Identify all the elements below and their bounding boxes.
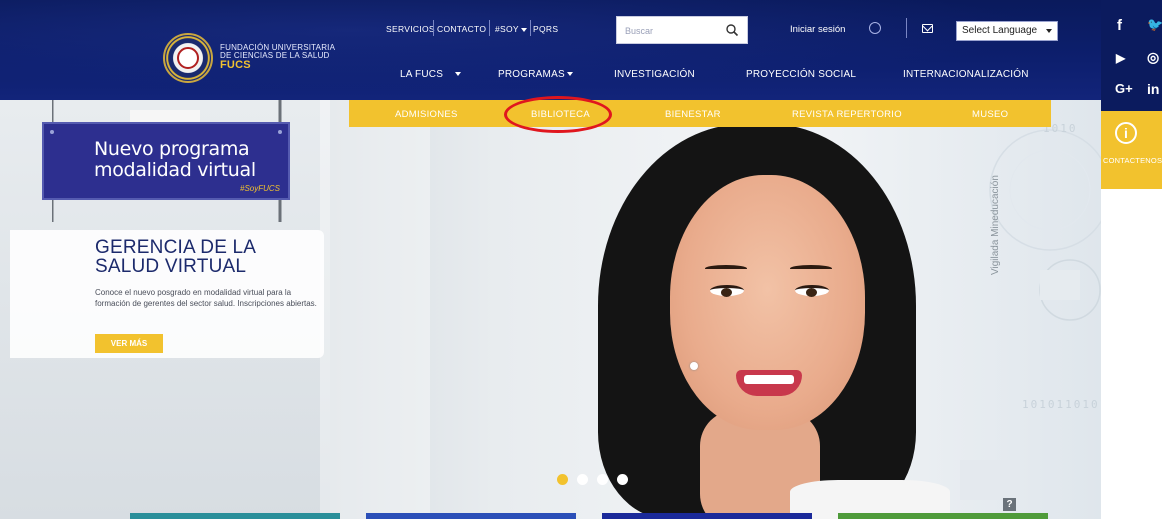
bottom-card-1[interactable] xyxy=(130,513,340,519)
chevron-down-icon xyxy=(1046,29,1052,33)
subnav-item-bienestar[interactable]: BIENESTAR xyxy=(665,109,721,120)
portrait-eye xyxy=(795,285,829,297)
subnav-item-admisiones[interactable]: ADMISIONES xyxy=(395,109,458,120)
topbar-divider xyxy=(489,20,490,36)
nav-label: LA FUCS xyxy=(400,69,444,80)
program-title-line-1: GERENCIA DE LA xyxy=(95,237,257,258)
twitter-icon[interactable]: 🐦 xyxy=(1147,17,1162,33)
seal-center xyxy=(177,47,199,69)
topbar-divider xyxy=(906,18,907,38)
hero-background-column xyxy=(320,100,430,519)
portrait-eye xyxy=(710,285,744,297)
slide-indicator-4[interactable] xyxy=(617,474,628,485)
google-plus-icon[interactable]: G+ xyxy=(1115,81,1133,96)
search-input[interactable] xyxy=(625,24,725,38)
nav-label: PROGRAMAS xyxy=(498,69,565,80)
promo-title-line-2: modalidad virtual xyxy=(94,159,256,181)
bottom-card-3[interactable] xyxy=(602,513,812,519)
promo-title: Nuevo programa modalidad virtual xyxy=(94,139,256,181)
info-icon: i xyxy=(1115,122,1137,144)
subnav-item-biblioteca[interactable]: BIBLIOTECA xyxy=(531,109,590,120)
ver-mas-button[interactable]: VER MÁS xyxy=(95,334,163,353)
program-title-line-2: SALUD VIRTUAL xyxy=(95,256,247,277)
subnav-item-revista-repertorio[interactable]: REVISTA REPERTORIO xyxy=(792,109,902,120)
topbar-link-soy[interactable]: #SOY xyxy=(495,24,527,34)
topbar-divider xyxy=(530,20,531,36)
bottom-card-4[interactable] xyxy=(838,513,1048,519)
program-title: GERENCIA DE LA SALUD VIRTUAL xyxy=(95,238,256,276)
facebook-icon[interactable]: f xyxy=(1117,17,1122,34)
promo-title-line-1: Nuevo programa xyxy=(94,138,250,160)
chevron-down-icon xyxy=(455,72,462,77)
portrait-brow xyxy=(705,265,747,272)
slide-indicator-1[interactable] xyxy=(557,474,568,485)
secondary-nav: ADMISIONES BIBLIOTECA BIENESTAR REVISTA … xyxy=(349,100,1051,127)
promo-card[interactable]: Nuevo programa modalidad virtual #SoyFUC… xyxy=(42,122,290,200)
topbar-divider xyxy=(433,20,434,36)
youtube-icon[interactable]: ▶ xyxy=(1116,51,1125,65)
topbar-link-pqrs[interactable]: PQRS xyxy=(533,24,558,34)
mail-icon[interactable] xyxy=(922,24,933,33)
search-box[interactable] xyxy=(616,16,748,44)
language-select[interactable]: Select Language xyxy=(956,21,1058,41)
contact-tab[interactable]: i CONTACTENOS xyxy=(1101,111,1162,189)
brand-line-3: FUCS xyxy=(220,59,251,71)
topbar-link-soy-label: #SOY xyxy=(495,24,519,34)
chevron-down-icon xyxy=(566,72,573,77)
nav-item-programas[interactable]: PROGRAMAS xyxy=(498,69,573,80)
nav-item-investigacion[interactable]: INVESTIGACIÓN xyxy=(614,69,695,80)
binary-strip: 1010110101 xyxy=(1022,398,1101,411)
language-select-value: Select Language xyxy=(962,25,1038,36)
tech-hologram-overlay xyxy=(930,110,1101,510)
slide-indicator-3[interactable] xyxy=(597,474,608,485)
topbar-link-contacto[interactable]: CONTACTO xyxy=(437,24,486,34)
program-info-card: GERENCIA DE LA SALUD VIRTUAL Conoce el n… xyxy=(10,230,324,358)
login-link[interactable]: Iniciar sesión xyxy=(790,24,845,35)
topbar-link-servicios[interactable]: SERVICIOS xyxy=(386,24,435,34)
contact-tab-label: CONTACTENOS xyxy=(1103,156,1162,165)
vigilada-mineducacion-label: Vigilada Mineducación xyxy=(990,175,1001,275)
user-icon[interactable] xyxy=(869,22,881,34)
help-icon: ? xyxy=(1003,498,1016,511)
university-seal-logo[interactable] xyxy=(163,33,213,83)
brand-name[interactable]: FUNDACIÓN UNIVERSITARIA DE CIENCIAS DE L… xyxy=(220,44,335,71)
instagram-icon[interactable]: ◎ xyxy=(1147,49,1159,66)
portrait-brow xyxy=(790,265,832,272)
bottom-card-2[interactable] xyxy=(366,513,576,519)
slide-indicator-2[interactable] xyxy=(577,474,588,485)
portrait-earring xyxy=(690,362,698,370)
pin-dot xyxy=(278,130,282,134)
pin-dot xyxy=(50,130,54,134)
promo-hashtag: #SoyFUCS xyxy=(240,184,281,193)
tech-hologram-graphic xyxy=(960,129,1101,500)
program-description: Conoce el nuevo posgrado en modalidad vi… xyxy=(95,288,317,308)
search-icon[interactable] xyxy=(725,23,739,37)
nav-item-internacionalizacion[interactable]: INTERNACIONALIZACIÓN xyxy=(903,69,1029,80)
chevron-down-icon xyxy=(520,27,527,32)
nav-item-proyeccion-social[interactable]: PROYECCIÓN SOCIAL xyxy=(746,69,856,80)
portrait-teeth xyxy=(744,375,794,384)
nav-item-la-fucs[interactable]: LA FUCS xyxy=(400,69,462,80)
linkedin-icon[interactable]: in xyxy=(1147,81,1159,97)
subnav-item-museo[interactable]: MUSEO xyxy=(972,109,1008,120)
